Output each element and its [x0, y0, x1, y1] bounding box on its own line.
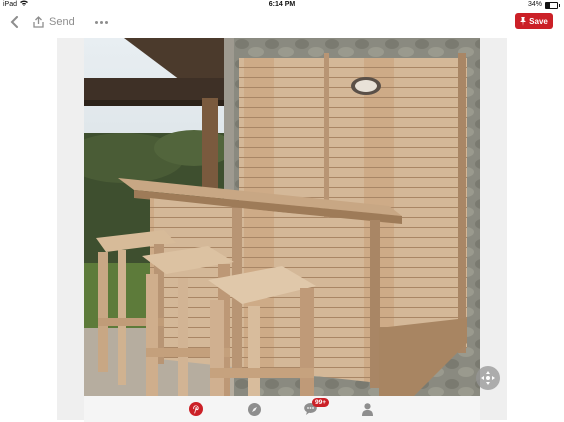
bottom-nav: 99+ [84, 396, 480, 422]
battery-icon [545, 1, 558, 9]
nav-explore[interactable] [247, 402, 261, 416]
nav-home[interactable] [189, 402, 203, 416]
save-label: Save [529, 16, 548, 26]
compass-icon [247, 402, 261, 416]
save-button[interactable]: Save [515, 13, 553, 29]
status-right: 34% [528, 0, 560, 10]
messages-badge: 99+ [312, 398, 330, 407]
more-dot [99, 20, 103, 24]
battery-percent: 34% [527, 1, 542, 8]
more-icon [94, 20, 98, 24]
back-button[interactable] [6, 14, 22, 30]
toolbar: Send Save [0, 10, 564, 34]
send-label: Send [49, 16, 75, 28]
pinterest-logo-icon [189, 402, 203, 416]
more-dot [104, 20, 108, 24]
move-handle[interactable] [476, 366, 500, 390]
nav-profile[interactable] [360, 402, 374, 416]
more-button[interactable] [92, 14, 110, 30]
send-button[interactable]: Send [33, 14, 75, 30]
battery-cap [559, 3, 560, 7]
pin-image[interactable] [84, 38, 480, 396]
status-bar: iPad 6:14 PM 34% [0, 0, 564, 10]
move-icon [481, 371, 495, 385]
pallet-bar-photo [84, 38, 480, 396]
share-icon [33, 16, 44, 28]
clock: 6:14 PM [268, 1, 296, 8]
person-icon [361, 402, 373, 416]
back-chevron-icon [10, 16, 18, 28]
pin-icon [520, 16, 527, 26]
